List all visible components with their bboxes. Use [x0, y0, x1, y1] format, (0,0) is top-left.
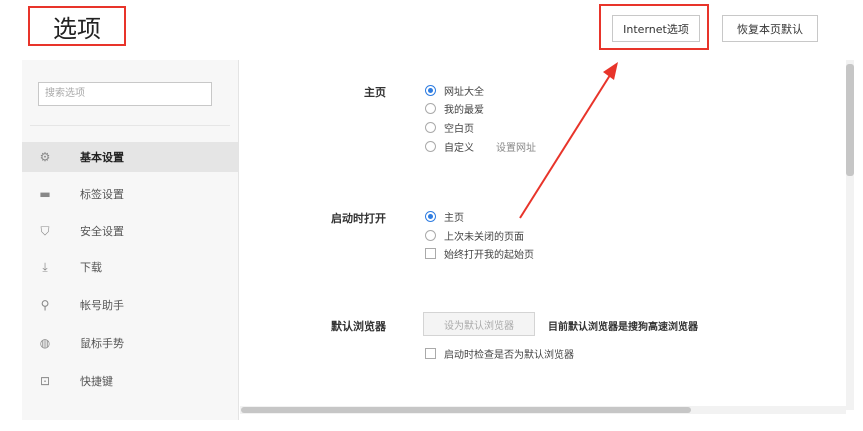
- sidebar-item-label: 帐号助手: [80, 299, 124, 312]
- sidebar-item-label: 安全设置: [80, 225, 124, 238]
- radio[interactable]: [425, 140, 436, 152]
- homepage-option-url-nav[interactable]: 网址大全: [425, 82, 484, 98]
- gear-icon: ⚙: [39, 150, 51, 164]
- search-input[interactable]: 搜索选项: [38, 82, 212, 106]
- radio[interactable]: [425, 102, 436, 114]
- restore-default-button[interactable]: 恢复本页默认: [722, 15, 818, 42]
- mouse-icon: ◍: [39, 336, 51, 350]
- option-label: 上次未关闭的页面: [444, 231, 524, 243]
- radio[interactable]: [425, 121, 436, 133]
- set-url-link[interactable]: 设置网址: [496, 139, 536, 154]
- sidebar-item-label: 下载: [80, 261, 102, 274]
- check-default-browser-checkbox[interactable]: 启动时检查是否为默认浏览器: [425, 345, 574, 361]
- sidebar-item-basic-settings[interactable]: ⚙ 基本设置: [22, 142, 238, 172]
- checkbox-label: 始终打开我的起始页: [444, 249, 534, 261]
- checkbox[interactable]: [425, 347, 436, 359]
- homepage-option-blank[interactable]: 空白页: [425, 119, 474, 135]
- option-label: 我的最爱: [444, 104, 484, 116]
- homepage-option-custom[interactable]: 自定义 设置网址: [425, 138, 536, 154]
- shield-icon: ⛉: [40, 223, 50, 238]
- sidebar-item-label: 基本设置: [80, 151, 124, 164]
- sidebar-item-shortcuts[interactable]: ⊡ 快捷键: [22, 366, 238, 396]
- sidebar-item-download[interactable]: ⤓ 下载: [22, 252, 238, 282]
- horizontal-scrollbar-thumb[interactable]: [241, 407, 691, 413]
- homepage-option-favorites[interactable]: 我的最爱: [425, 100, 484, 116]
- default-browser-label: 默认浏览器: [331, 320, 386, 333]
- option-label: 网址大全: [444, 86, 484, 98]
- sidebar-item-label: 快捷键: [80, 375, 113, 388]
- sidebar-divider: [30, 125, 230, 126]
- startup-option-home[interactable]: 主页: [425, 208, 464, 224]
- sidebar-item-label: 标签设置: [80, 188, 124, 201]
- option-label: 自定义: [444, 142, 474, 154]
- sidebar-item-mouse-gesture[interactable]: ◍ 鼠标手势: [22, 328, 238, 358]
- sidebar-item-account[interactable]: ⚲ 帐号助手: [22, 290, 238, 320]
- tab-icon: ▬: [39, 187, 51, 201]
- highlight-box: [599, 4, 709, 50]
- checkbox[interactable]: [425, 247, 436, 259]
- option-label: 主页: [444, 212, 464, 224]
- keyboard-icon: ⊡: [39, 374, 51, 388]
- homepage-label: 主页: [364, 86, 386, 99]
- radio-selected[interactable]: [425, 210, 436, 222]
- download-icon: ⤓: [42, 259, 48, 274]
- key-icon: ⚲: [40, 298, 50, 312]
- startup-label: 启动时打开: [331, 212, 386, 225]
- checkbox-label: 启动时检查是否为默认浏览器: [444, 349, 574, 361]
- vertical-scrollbar-thumb[interactable]: [846, 64, 854, 176]
- startup-option-last-session[interactable]: 上次未关闭的页面: [425, 227, 524, 243]
- startup-start-page-checkbox[interactable]: 始终打开我的起始页: [425, 245, 534, 261]
- option-label: 空白页: [444, 123, 474, 135]
- sidebar-item-label: 鼠标手势: [80, 337, 124, 350]
- sidebar-item-security-settings[interactable]: ⛉ 安全设置: [22, 216, 238, 246]
- page-title: 选项: [28, 6, 126, 46]
- default-browser-status: 目前默认浏览器是搜狗高速浏览器: [548, 322, 698, 333]
- radio[interactable]: [425, 229, 436, 241]
- set-default-browser-button[interactable]: 设为默认浏览器: [423, 312, 535, 336]
- sidebar-item-tab-settings[interactable]: ▬ 标签设置: [22, 179, 238, 209]
- radio-selected[interactable]: [425, 84, 436, 96]
